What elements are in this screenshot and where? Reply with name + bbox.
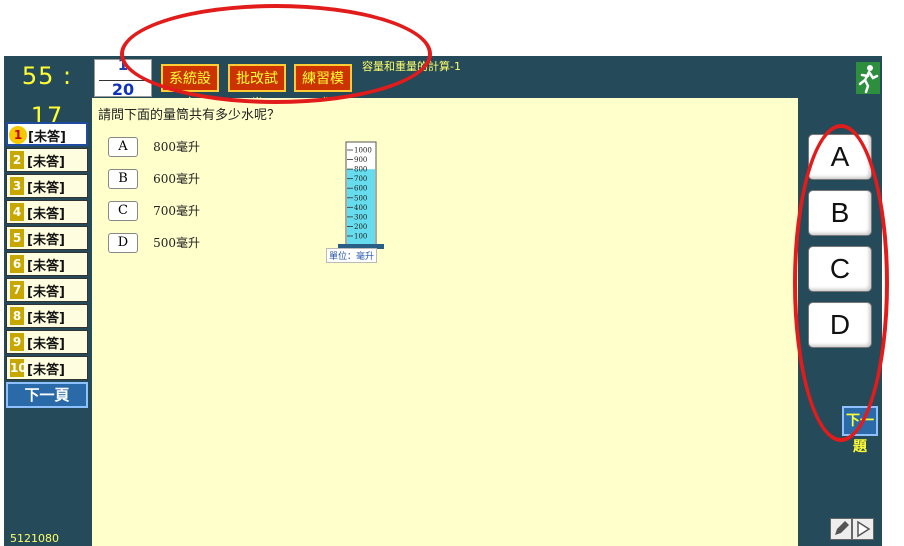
exam-window: 55 : 17 1 20 系統設定 批改試卷 練習模式 容量和重量的計算-1 1… [4,56,882,546]
question-number-badge: 5 [10,229,24,247]
question-number-badge: 10 [10,359,27,377]
question-number-badge: 1 [9,126,27,144]
option-key: A [108,136,138,157]
question-number-badge: 9 [10,333,24,351]
answer-status: [未答] [28,130,66,145]
grade-paper-button[interactable]: 批改試卷 [228,64,286,113]
question-number-badge: 6 [10,255,24,273]
unit-label: 單位：毫升 [326,248,378,263]
option-b[interactable]: B 600毫升 [108,168,200,189]
next-question-button[interactable]: 下一題 [842,406,878,455]
scale-label: 800 [354,166,367,174]
answer-button-c[interactable]: C [808,246,872,292]
answer-button-a[interactable]: A [808,134,872,180]
scale-label: 900 [354,156,367,164]
answer-status: [未答] [27,363,65,378]
question-panel: 請問下面的量筒共有多少水呢？ A 800毫升 B 600毫升 C 700毫升 D… [92,98,798,546]
scale-label: 100 [354,233,367,241]
question-number-badge: 3 [10,177,24,195]
answer-status: [未答] [27,311,65,326]
scale-label: 300 [354,213,367,221]
scale-label: 500 [354,194,367,202]
pen-icon[interactable] [830,518,852,540]
question-number-badge: 2 [10,151,24,169]
question-item-1[interactable]: 1 [未答] [6,122,88,146]
option-text: 500毫升 [153,236,200,250]
answer-status: [未答] [27,233,65,248]
question-item-3[interactable]: 3 [未答] [6,174,88,198]
scale-label: 700 [354,175,367,183]
scale-label: 1000 [354,147,372,155]
question-number-badge: 4 [10,203,24,221]
scale-label: 200 [354,223,367,231]
question-number-badge: 7 [10,281,24,299]
total-questions: 20 [111,80,135,99]
running-man-exit-icon[interactable] [856,62,880,94]
option-c[interactable]: C 700毫升 [108,200,200,221]
question-item-4[interactable]: 4 [未答] [6,200,88,224]
question-text: 請問下面的量筒共有多少水呢？ [98,108,281,123]
current-question-number: 1 [117,56,129,74]
question-list: 1 [未答] 2 [未答] 3 [未答] 4 [未答] 5 [未答] 6 [未答… [6,122,88,408]
question-number-badge: 8 [10,307,24,325]
answer-status: [未答] [27,259,65,274]
topic-title: 容量和重量的計算-1 [362,60,461,73]
option-text: 800毫升 [153,140,200,154]
question-item-2[interactable]: 2 [未答] [6,148,88,172]
next-page-button[interactable]: 下一頁 [6,382,88,408]
answer-status: [未答] [27,181,65,196]
option-text: 700毫升 [153,204,200,218]
countdown-timer: 55 : 17 [21,62,73,130]
answer-status: [未答] [27,207,65,222]
scale-label: 400 [354,204,367,212]
measuring-cylinder-figure: 1000900800700600500400300200100 [338,141,384,249]
practice-mode-button[interactable]: 練習模式 [294,64,352,113]
question-item-5[interactable]: 5 [未答] [6,226,88,250]
question-item-6[interactable]: 6 [未答] [6,252,88,276]
answer-button-d[interactable]: D [808,302,872,348]
option-d[interactable]: D 500毫升 [108,232,200,253]
question-counter: 1 20 [94,56,152,99]
option-text: 600毫升 [153,172,200,186]
system-settings-button[interactable]: 系統設定 [161,64,219,113]
question-item-8[interactable]: 8 [未答] [6,304,88,328]
option-key: D [108,232,138,253]
answer-button-b[interactable]: B [808,190,872,236]
answer-status: [未答] [27,285,65,300]
play-icon[interactable] [852,518,874,540]
answer-status: [未答] [27,155,65,170]
option-key: B [108,168,138,189]
exam-id: 5121080 [10,532,59,545]
question-item-7[interactable]: 7 [未答] [6,278,88,302]
scale-label: 600 [354,185,367,193]
question-item-10[interactable]: 10 [未答] [6,356,88,380]
option-key: C [108,200,138,221]
question-item-9[interactable]: 9 [未答] [6,330,88,354]
option-a[interactable]: A 800毫升 [108,136,200,157]
answer-status: [未答] [27,337,65,352]
